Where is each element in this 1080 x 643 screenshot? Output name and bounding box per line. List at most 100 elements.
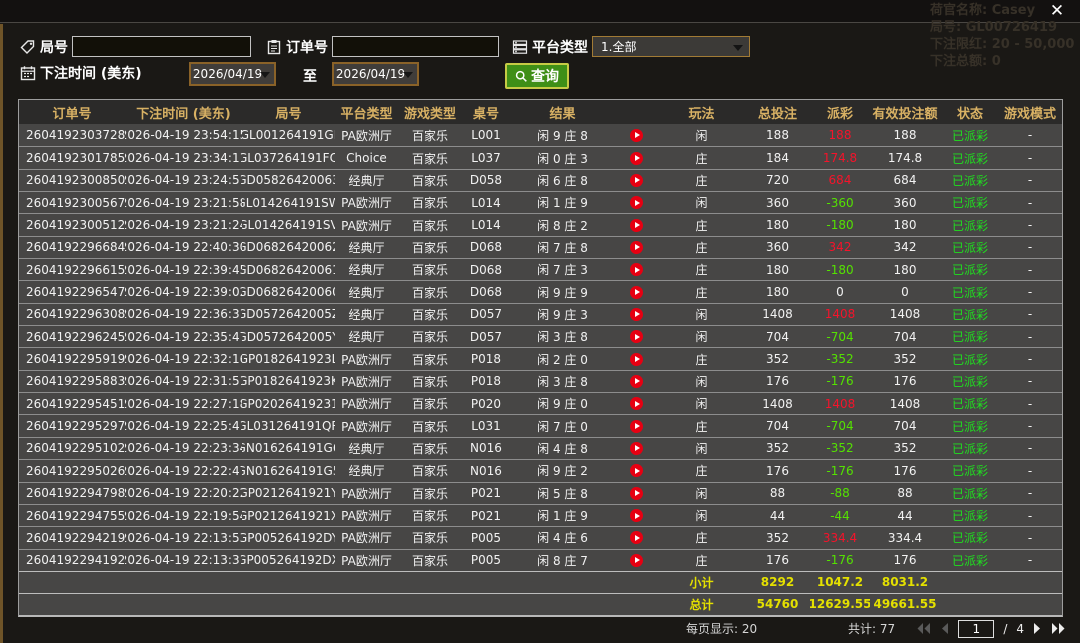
cell-platform: 经典厅 bbox=[335, 304, 398, 325]
play-video-icon[interactable] bbox=[630, 241, 643, 254]
first-page-icon[interactable] bbox=[916, 623, 931, 634]
cell-order_id: 260419229529776 bbox=[19, 415, 125, 436]
round-filter-group: 局号 bbox=[20, 36, 251, 57]
cell-valid_bet: 88 bbox=[870, 483, 940, 504]
cell-order_id: 260419230051272 bbox=[19, 214, 125, 235]
cell-result: 闲 7 庄 3 bbox=[510, 259, 615, 280]
cell-status: 已派彩 bbox=[940, 192, 1000, 213]
cell-table_id: D068 bbox=[462, 237, 510, 258]
round-input[interactable] bbox=[72, 36, 251, 57]
column-header-platform: 平台类型 bbox=[335, 100, 398, 124]
cell-status: 已派彩 bbox=[940, 348, 1000, 369]
play-video-icon[interactable] bbox=[630, 397, 643, 410]
cell-payout: -180 bbox=[810, 259, 870, 280]
cell-game_type: 百家乐 bbox=[398, 281, 462, 302]
cell-valid_bet: 342 bbox=[870, 237, 940, 258]
cell-total_bet: 180 bbox=[745, 281, 810, 302]
column-header-result: 结果 bbox=[510, 100, 615, 124]
play-video-icon[interactable] bbox=[630, 353, 643, 366]
cell-order_id: 260419229654756 bbox=[19, 281, 125, 302]
order-input[interactable] bbox=[332, 36, 499, 57]
column-header-game_type: 游戏类型 bbox=[398, 100, 462, 124]
cell-bet_time: 2026-04-19 23:54:15 bbox=[125, 124, 242, 146]
table-row: 2604192296615362026-04-19 22:39:45GD0682… bbox=[19, 258, 1062, 280]
grand-total-play: 总计 bbox=[658, 594, 745, 615]
play-video-icon[interactable] bbox=[630, 152, 643, 165]
table-header: 订单号下注时间 (美东)局号平台类型游戏类型桌号结果玩法总投注派彩有效投注额状态… bbox=[19, 100, 1062, 124]
play-video-icon[interactable] bbox=[630, 174, 643, 187]
play-video-icon[interactable] bbox=[630, 531, 643, 544]
play-video-icon[interactable] bbox=[630, 464, 643, 477]
cell-order_id: 260419229545174 bbox=[19, 393, 125, 414]
play-video-icon[interactable] bbox=[630, 129, 643, 142]
column-header-round_id: 局号 bbox=[242, 100, 335, 124]
cell-play: 庄 bbox=[658, 415, 745, 436]
cell-valid_bet: 334.4 bbox=[870, 527, 940, 548]
cell-result: 闲 1 庄 9 bbox=[510, 505, 615, 526]
cell-bet_time: 2026-04-19 22:39:45 bbox=[125, 259, 242, 280]
cell-status: 已派彩 bbox=[940, 505, 1000, 526]
cell-round_id: GP005264192DX bbox=[242, 550, 335, 571]
date-from-select[interactable]: 2026/04/19 bbox=[189, 62, 276, 86]
play-video-icon[interactable] bbox=[630, 263, 643, 276]
table-row: 2604192301785252026-04-19 23:34:11GL0372… bbox=[19, 146, 1062, 168]
play-video-icon[interactable] bbox=[630, 375, 643, 388]
play-video-icon[interactable] bbox=[630, 330, 643, 343]
platform-select[interactable]: 1.全部 bbox=[592, 36, 750, 57]
close-icon[interactable]: ✕ bbox=[1046, 1, 1068, 21]
cell-replay bbox=[615, 237, 658, 258]
pagination-bar: 每页显示: 20 共计: 77 / 4 bbox=[0, 614, 1080, 643]
play-video-icon[interactable] bbox=[630, 308, 643, 321]
subtotal-order_id bbox=[19, 572, 125, 593]
cell-valid_bet: 704 bbox=[870, 415, 940, 436]
cell-play: 闲 bbox=[658, 483, 745, 504]
play-video-icon[interactable] bbox=[630, 442, 643, 455]
subtotal-game_type bbox=[398, 572, 462, 593]
play-video-icon[interactable] bbox=[630, 509, 643, 522]
cell-bet_time: 2026-04-19 22:27:18 bbox=[125, 393, 242, 414]
cell-bet_time: 2026-04-19 22:39:02 bbox=[125, 281, 242, 302]
cell-game_mode: - bbox=[1000, 483, 1060, 504]
cell-valid_bet: 360 bbox=[870, 192, 940, 213]
cell-table_id: P005 bbox=[462, 550, 510, 571]
cell-round_id: GL014264191SW bbox=[242, 192, 335, 213]
cell-platform: PA欧洲厅 bbox=[335, 348, 398, 369]
play-video-icon[interactable] bbox=[630, 554, 643, 567]
cell-valid_bet: 0 bbox=[870, 281, 940, 302]
background-topbar bbox=[0, 0, 1080, 23]
cell-status: 已派彩 bbox=[940, 371, 1000, 392]
play-video-icon[interactable] bbox=[630, 420, 643, 433]
date-to-select[interactable]: 2026/04/19 bbox=[332, 62, 419, 86]
subtotal-bet_time bbox=[125, 572, 242, 593]
cell-round_id: GD0572642005Y bbox=[242, 326, 335, 347]
play-video-icon[interactable] bbox=[630, 286, 643, 299]
cell-game_mode: - bbox=[1000, 527, 1060, 548]
cell-platform: 经典厅 bbox=[335, 438, 398, 459]
cell-game_mode: - bbox=[1000, 550, 1060, 571]
cell-platform: PA欧洲厅 bbox=[335, 550, 398, 571]
cell-order_id: 260419229661536 bbox=[19, 259, 125, 280]
cell-payout: -176 bbox=[810, 371, 870, 392]
bettime-filter-group: 下注时间 (美东) bbox=[20, 63, 146, 83]
cell-replay bbox=[615, 505, 658, 526]
play-video-icon[interactable] bbox=[630, 196, 643, 209]
play-video-icon[interactable] bbox=[630, 219, 643, 232]
chevron-down-icon bbox=[260, 72, 270, 78]
tag-icon bbox=[20, 39, 36, 55]
last-page-icon[interactable] bbox=[1051, 623, 1066, 634]
cell-play: 闲 bbox=[658, 393, 745, 414]
cell-game_mode: - bbox=[1000, 371, 1060, 392]
prev-page-icon[interactable] bbox=[940, 623, 949, 634]
cell-replay bbox=[615, 192, 658, 213]
cell-total_bet: 352 bbox=[745, 348, 810, 369]
page-number-input[interactable] bbox=[958, 620, 994, 638]
cell-bet_time: 2026-04-19 23:24:51 bbox=[125, 170, 242, 191]
next-page-icon[interactable] bbox=[1033, 623, 1042, 634]
platform-label: 平台类型 bbox=[532, 37, 588, 57]
cell-order_id: 260419230372858 bbox=[19, 124, 125, 146]
cell-replay bbox=[615, 550, 658, 571]
cell-total_bet: 88 bbox=[745, 483, 810, 504]
search-button[interactable]: 查询 bbox=[505, 63, 569, 89]
cell-status: 已派彩 bbox=[940, 281, 1000, 302]
play-video-icon[interactable] bbox=[630, 487, 643, 500]
